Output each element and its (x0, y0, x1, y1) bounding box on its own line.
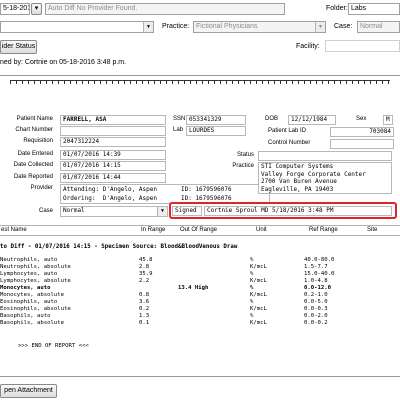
attending-id: ID: 1679596076 (181, 186, 232, 193)
practice-report-label: Practice (232, 163, 254, 169)
chevron-down-icon: ▼ (143, 22, 153, 32)
status-value (258, 151, 392, 161)
date-entered-value: 01/07/2016 14:39 (60, 150, 166, 160)
results-header: est Name In Range Out Of Range Unit Ref … (0, 225, 400, 236)
table-row: Basophils, absolute 0.1 K/mcL 0.0-0.2 (0, 320, 328, 326)
table-row: Monocytes, auto 13.4 High% 0.0-12.0 (0, 285, 331, 291)
patient-lab-id-value: 703084 (330, 127, 394, 137)
ordering-label: Ordering: (63, 195, 96, 202)
status-label: Status (236, 152, 254, 158)
requisition-label: Requisition (23, 138, 53, 144)
ordering-value: D'Angelo, Aspen (102, 195, 157, 202)
folder-label: Folder: (326, 5, 348, 12)
case-report-label: Case (38, 208, 53, 214)
patient-lab-id-label: Patient Lab ID (268, 128, 307, 134)
divider (0, 75, 400, 76)
note-field[interactable]: Auto Diff No Provider Found. (45, 3, 285, 15)
col-unit: Unit (256, 227, 267, 233)
col-test-name: est Name (1, 227, 27, 233)
col-ref-range: Ref Range (309, 227, 338, 233)
table-row: Lymphocytes, auto 35.9% 15.0-40.0 (0, 271, 335, 277)
provider-label: Provider (30, 185, 53, 191)
table-row: Neutrophils, absolute 2.8 K/mcL 1.5-7.7 (0, 264, 328, 270)
date-reported-label: Date Reported (13, 174, 53, 180)
control-number-label: Control Number (268, 140, 311, 146)
col-in-range: In Range (141, 227, 166, 233)
signed-label: Signed (172, 206, 202, 216)
case-report-select[interactable]: Normal ▼ (60, 206, 168, 217)
table-row: Eosinophils, auto 3.6% 0.0-5.0 (0, 299, 328, 305)
case-value: Normal (360, 23, 383, 30)
folder-value: Labs (351, 5, 367, 12)
ssn-label: SSN (173, 116, 186, 122)
patient-name-value: FARRELL, ASA (60, 115, 166, 125)
folder-select[interactable]: Labs (348, 3, 400, 15)
end-of-report: >>> END OF REPORT <<< (18, 343, 89, 349)
calendar-button[interactable]: ▾ (31, 3, 42, 15)
practice-value: Fictional Physicians (196, 23, 258, 30)
date-reported-value: 01/07/2016 14:44 (60, 173, 166, 183)
case-report-value: Normal (63, 207, 85, 214)
table-row: Neutrophils, auto 45.8% 40.0-80.0 (0, 257, 335, 263)
results-rows: Neutrophils, auto 45.8% 40.0-80.0 Neutroph… (0, 257, 400, 337)
chevron-down-icon: ▼ (157, 207, 167, 216)
date-collected-value: 01/07/2016 14:15 (60, 161, 166, 171)
table-row: Eosinophils, absolute 0.2 K/mcL 0.0-0.3 (0, 306, 328, 312)
signed-value: Cortnie Sproul MD 5/18/2016 3:48 PM (204, 206, 392, 216)
date-entered-label: Date Entered (17, 151, 53, 157)
ruler (10, 80, 390, 84)
ssn-value: 053341329 (186, 115, 246, 125)
sex-value: M (383, 115, 393, 125)
open-attachment-button[interactable]: pen Attachment (0, 384, 57, 398)
chart-number-label: Chart Number (15, 127, 53, 133)
lab-label: Lab (173, 127, 184, 133)
report-panel: Patient Name FARRELL, ASA Chart Number R… (0, 78, 400, 376)
date-collected-label: Date Collected (13, 162, 53, 168)
facility-field[interactable] (325, 40, 400, 52)
requisition-value: 2047312224 (60, 137, 166, 147)
practice-select[interactable]: Fictional Physicians ▼ (193, 21, 326, 33)
chevron-down-icon: ▼ (315, 22, 325, 32)
table-row: Basophils, auto 1.3% 0.0-2.0 (0, 313, 328, 319)
practice-label: Practice: (162, 23, 190, 30)
provider-box: Attending: D'Angelo, Aspen ID: 167959607… (60, 184, 270, 204)
signed-by-text: ned by: Cortnie on 05-18-2016 3:48 p.m. (0, 59, 127, 66)
provider-select[interactable]: ▼ (0, 21, 154, 33)
practice-line-3: 2700 Van Buren Avenue (261, 178, 337, 185)
practice-line-2: Valley Forge Corporate Center (261, 170, 366, 178)
bottom-divider (0, 376, 400, 377)
table-row: Lymphocytes, absolute 2.2 K/mcL 1.0-4.8 (0, 278, 328, 284)
lab-value: LOURDES (186, 126, 246, 136)
col-site: Site (367, 227, 378, 233)
dob-label: DOB (265, 116, 279, 122)
case-select[interactable]: Normal (357, 21, 400, 33)
attending-label: Attending: (63, 186, 100, 193)
facility-label: Facility: (296, 43, 320, 50)
provider-status-button[interactable]: ider Status (0, 40, 37, 54)
sex-label: Sex (356, 116, 367, 122)
practice-line-1: STI Computer Systems (261, 163, 334, 170)
control-number-value (330, 139, 394, 149)
section-title: to Diff - 01/07/2016 14:15 - Specimen So… (0, 244, 238, 250)
case-label: Case: (334, 23, 353, 30)
attending-value: D'Angelo, Aspen (102, 186, 157, 193)
patient-name-label: Patient Name (16, 116, 53, 122)
practice-line-4: Eagleville, PA 19403 (261, 185, 334, 193)
dob-value: 12/12/1984 (288, 115, 336, 125)
practice-address: STI Computer Systems Valley Forge Corpor… (258, 162, 392, 194)
chart-number-value (60, 126, 166, 136)
date-field[interactable]: 5-18-2016 (0, 3, 30, 15)
table-row: Monocytes, absolute 0.8 K/mcL 0.2-1.0 (0, 292, 328, 298)
col-out-of-range: Out Of Range (180, 227, 218, 233)
